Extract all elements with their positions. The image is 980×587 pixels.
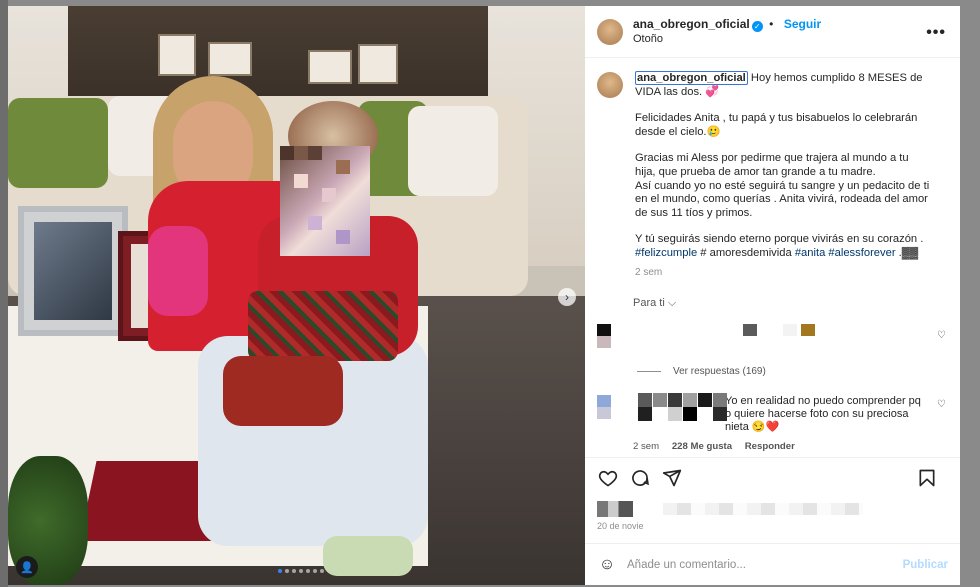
photo-woman-sleeve	[148, 226, 208, 316]
caption-paragraph: Así cuando yo no esté seguirá tu sangre …	[635, 179, 930, 219]
author-avatar[interactable]	[597, 18, 623, 45]
share-send-icon[interactable]	[661, 467, 683, 489]
comment-bubble-icon[interactable]	[629, 467, 651, 489]
verified-badge-icon: ✓	[751, 21, 763, 32]
photo-child-boots	[223, 356, 343, 426]
like-comment-heart-icon[interactable]: ♡	[937, 330, 946, 341]
photo-shelf	[68, 6, 488, 96]
liked-by-avatars	[597, 501, 633, 517]
post-actions-bar	[585, 457, 960, 497]
view-replies-label: Ver respuestas (169)	[673, 366, 766, 378]
carousel-dot	[299, 569, 303, 573]
photo-shelf-frame	[208, 42, 252, 76]
caption-paragraph: Gracias mi Aless por pedirme que trajera…	[635, 152, 909, 178]
photo-woman-shoes	[323, 536, 413, 576]
post-caption: ana_obregon_oficial Hoy hemos cumplido 8…	[597, 71, 948, 280]
carousel-dot	[285, 569, 289, 573]
carousel-dot	[313, 569, 317, 573]
comment-input[interactable]	[627, 558, 903, 571]
redacted-avatar	[597, 395, 611, 420]
carousel-dot	[320, 569, 324, 573]
liked-by-row[interactable]	[585, 497, 960, 521]
replies-line	[637, 371, 661, 373]
caption-time[interactable]: 2 sem	[635, 266, 931, 280]
photo-silver-frame	[18, 206, 128, 336]
carousel-dot	[306, 569, 310, 573]
post-side-panel: ana_obregon_oficial ✓ • Seguir Otoño ••• …	[585, 6, 960, 585]
post-header: ana_obregon_oficial ✓ • Seguir Otoño •••	[585, 6, 960, 58]
comment-item: ♡	[597, 324, 948, 352]
reply-button[interactable]: Responder	[745, 441, 795, 452]
header-separator: •	[769, 17, 774, 31]
caption-paragraph: Felicidades Anita , tu papá y tus bisabu…	[635, 112, 918, 138]
comment-sort-dropdown[interactable]: Para ti ⌵	[633, 297, 948, 310]
redacted-avatar	[597, 324, 611, 349]
hashtag-link[interactable]: #alessforever	[828, 247, 895, 259]
user-tag-icon[interactable]: 👤	[16, 556, 38, 578]
carousel-dot	[292, 569, 296, 573]
carousel-dots	[278, 569, 324, 573]
caption-avatar[interactable]	[597, 72, 623, 98]
comment-likes[interactable]: 228 Me gusta	[672, 441, 732, 452]
photo-cushion	[408, 106, 498, 196]
redacted-comment-text	[633, 324, 923, 352]
publish-button[interactable]: Publicar	[903, 559, 948, 571]
post-location[interactable]: Otoño	[633, 32, 821, 46]
next-photo-button[interactable]: ›	[558, 288, 576, 306]
chevron-down-icon: ⌵	[667, 297, 677, 310]
post-date[interactable]: 20 de novie	[585, 521, 960, 537]
hashtag-link[interactable]: #anita	[795, 247, 825, 259]
redacted-liked-by-text	[663, 503, 863, 515]
hashtag-link[interactable]: #felizcumple	[635, 247, 697, 259]
like-comment-heart-icon[interactable]: ♡	[937, 399, 946, 410]
follow-button[interactable]: Seguir	[784, 17, 821, 31]
post-modal: › 👤 ana_obregon_oficial✓ • Seguir Otoño	[8, 6, 960, 585]
pixelated-face	[280, 146, 370, 256]
view-replies-button[interactable]: Ver respuestas (169)	[637, 366, 948, 377]
save-bookmark-icon[interactable]	[916, 467, 938, 489]
comments-section: ana_obregon_oficial Hoy hemos cumplido 8…	[585, 58, 960, 457]
hashtag-text: # amoresdemivida	[697, 246, 795, 259]
emoji-icon[interactable]: ☺	[597, 555, 617, 575]
photo-shelf-frame	[158, 34, 196, 76]
caption-username[interactable]: ana_obregon_oficial	[635, 71, 748, 85]
post-photo[interactable]: › 👤	[8, 6, 585, 585]
like-heart-icon[interactable]	[597, 467, 619, 489]
comment-item: Yo en realidad no puedo comprender pq o …	[597, 393, 948, 453]
photo-shelf-frame	[308, 50, 352, 84]
add-comment-bar: ☺ Publicar	[585, 543, 960, 585]
comment-time[interactable]: 2 sem	[633, 441, 659, 452]
photo-child-skirt	[248, 291, 398, 361]
photo-cushion	[8, 98, 108, 188]
caption-paragraph: Y tú seguirás siendo eterno porque vivir…	[635, 233, 924, 246]
background-page-strip	[0, 0, 8, 587]
comment-sort-label: Para ti	[633, 297, 665, 310]
carousel-dot	[278, 569, 282, 573]
caption-tail: .▓▓	[895, 246, 919, 259]
photo-shelf-frame	[358, 44, 398, 84]
comment-body: Yo en realidad no puedo comprender pq o …	[633, 393, 923, 453]
more-options-icon[interactable]: •••	[926, 24, 946, 42]
author-username[interactable]: ana_obregon_oficial	[633, 17, 750, 31]
